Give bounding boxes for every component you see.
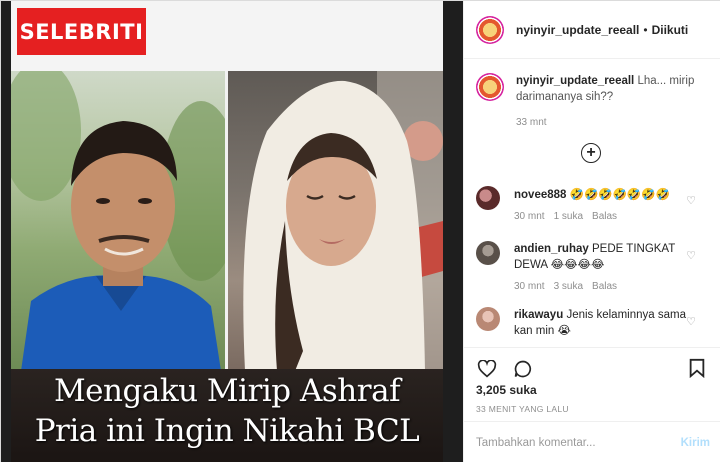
comment-icon[interactable] (512, 358, 534, 380)
brand-badge: SELEBRITI (17, 8, 146, 55)
follow-status-button[interactable]: Diikuti (652, 23, 689, 37)
headline-line-1: Mengaku Mirip Ashraf (53, 373, 401, 409)
comment-text: 🤣🤣🤣🤣🤣🤣🤣 (569, 187, 670, 201)
caption-author-avatar[interactable] (476, 73, 504, 101)
man-photo (11, 71, 227, 371)
brand-band: SELEBRITI (11, 1, 443, 71)
comment-reply-button[interactable]: Balas (592, 279, 617, 295)
caption-timestamp[interactable]: 33 mnt (516, 117, 712, 128)
comment-time[interactable]: 30 mnt (514, 279, 545, 295)
load-more-comments-button[interactable]: + (581, 143, 601, 163)
commenter-username[interactable]: andien_ruhay (514, 243, 589, 255)
commenter-username[interactable]: rikawayu (514, 309, 563, 321)
caption-text-block: nyinyir_update_reeall Lha... mirip darim… (516, 73, 706, 105)
author-username[interactable]: nyinyir_update_reeall (516, 23, 639, 37)
headline-line-2: Pria ini Ingin Nikahi BCL (34, 413, 420, 449)
bookmark-icon[interactable] (688, 358, 710, 380)
heart-small-icon[interactable]: ♡ (686, 315, 696, 328)
comment-time[interactable]: 30 mnt (514, 209, 545, 225)
comment-item: novee888 🤣🤣🤣🤣🤣🤣🤣 30 mnt 1 suka Balas ♡ (476, 186, 712, 225)
instagram-post-frame: SELEBRITI Mengaku Mirip Ashraf Pria ini … (0, 0, 720, 462)
post-header: nyinyir_update_reeall • Diikuti (464, 1, 720, 59)
post-image: SELEBRITI Mengaku Mirip Ashraf Pria ini … (1, 1, 463, 462)
commenter-avatar[interactable] (476, 186, 500, 210)
comment-likes[interactable]: 3 suka (554, 279, 583, 295)
comment-composer: Kirim (464, 421, 720, 462)
comment-reply-button[interactable]: Balas (592, 209, 617, 225)
brand-label: SELEBRITI (19, 19, 144, 44)
send-comment-button[interactable]: Kirim (681, 437, 710, 449)
caption-username[interactable]: nyinyir_update_reeall (516, 75, 634, 87)
heart-small-icon[interactable]: ♡ (686, 194, 696, 207)
likes-count[interactable]: 3,205 suka (476, 383, 537, 397)
heart-icon[interactable] (476, 358, 498, 380)
heart-small-icon[interactable]: ♡ (686, 249, 696, 262)
woman-photo (227, 71, 443, 371)
plus-circle-icon: + (586, 144, 596, 161)
post-image-content: SELEBRITI Mengaku Mirip Ashraf Pria ini … (11, 1, 443, 462)
comment-item: rikawayu Jenis kelaminnya sama kan min 😭… (476, 307, 712, 339)
comment-likes[interactable]: 1 suka (554, 209, 583, 225)
commenter-avatar[interactable] (476, 307, 500, 331)
comment-item: andien_ruhay PEDE TINGKAT DEWA 😂😂😂😂 30 m… (476, 241, 712, 295)
post-caption: nyinyir_update_reeall Lha... mirip darim… (476, 73, 712, 128)
commenter-username[interactable]: novee888 (514, 189, 566, 201)
author-avatar[interactable] (476, 15, 504, 44)
post-sidebar: nyinyir_update_reeall • Diikuti nyinyir_… (463, 1, 720, 462)
comment-input[interactable] (476, 436, 676, 449)
photo-divider (225, 71, 228, 371)
header-separator: • (643, 22, 648, 37)
post-timestamp[interactable]: 33 MENIT YANG LALU (476, 404, 569, 414)
commenter-avatar[interactable] (476, 241, 500, 265)
